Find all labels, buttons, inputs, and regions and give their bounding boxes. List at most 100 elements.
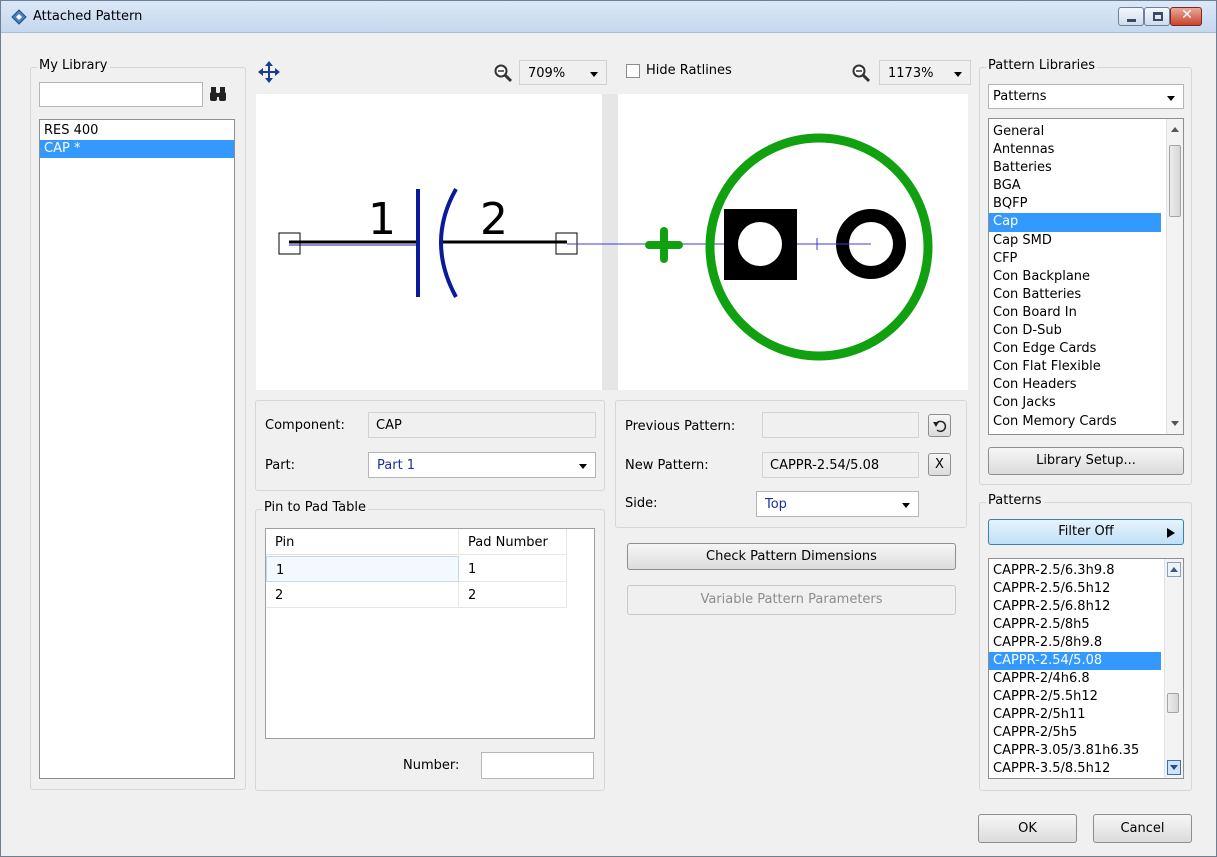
list-item-cap[interactable]: CAP * [40, 140, 234, 158]
new-pattern-field: CAPPR-2.54/5.08 [762, 452, 919, 478]
title-bar[interactable]: Attached Pattern ✕ [1, 1, 1216, 33]
library-setup-button[interactable]: Library Setup... [988, 447, 1184, 475]
scroll-down-icon[interactable] [1171, 421, 1179, 426]
number-input[interactable] [481, 752, 594, 779]
ok-button[interactable]: OK [978, 814, 1077, 843]
app-icon [11, 9, 27, 25]
list-item[interactable]: Con Memory Cards [989, 413, 1161, 431]
column-header-pad-number[interactable]: Pad Number [459, 529, 567, 555]
side-label: Side: [625, 496, 658, 511]
my-library-label: My Library [37, 58, 110, 73]
list-item[interactable]: CAPPR-2.5/6.8h12 [989, 598, 1161, 616]
my-library-list[interactable]: RES 400 CAP * [39, 119, 235, 779]
scroll-up-button[interactable] [1167, 562, 1181, 577]
new-pattern-label: New Pattern: [625, 458, 709, 473]
table-row-2-pad[interactable]: 2 [459, 582, 567, 608]
table-row-1-pad[interactable]: 1 [459, 556, 567, 582]
list-item[interactable]: CAPPR-2.5/8h9.8 [989, 634, 1161, 652]
close-icon: ✕ [1181, 7, 1193, 23]
zoom-icon[interactable] [493, 63, 513, 83]
part-label: Part: [265, 458, 296, 473]
previous-pattern-label: Previous Pattern: [625, 419, 736, 434]
minimize-button[interactable] [1118, 7, 1144, 26]
component-field: CAP [368, 412, 596, 438]
list-item-res-400[interactable]: RES 400 [40, 122, 234, 140]
list-item[interactable]: CAPPR-2.5/6.3h9.8 [989, 562, 1161, 580]
zoom-icon[interactable] [851, 63, 871, 83]
hide-ratlines-checkbox[interactable] [626, 64, 640, 78]
part-select[interactable]: Part 1 [368, 452, 596, 478]
list-item[interactable]: BQFP [989, 195, 1161, 213]
variable-pattern-parameters-button[interactable]: Variable Pattern Parameters [627, 585, 956, 615]
table-row-2-pin[interactable]: 2 [266, 582, 459, 608]
patterns-list[interactable]: CAPPR-2.5/6.3h9.8 CAPPR-2.5/6.5h12 CAPPR… [988, 558, 1184, 779]
chevron-down-icon [954, 72, 962, 77]
scroll-up-icon[interactable] [1171, 127, 1179, 132]
table-row-1-pin[interactable]: 1 [266, 556, 459, 582]
chevron-down-icon [579, 464, 587, 469]
list-item[interactable]: Con D-Sub [989, 322, 1161, 340]
check-pattern-dimensions-button[interactable]: Check Pattern Dimensions [627, 543, 956, 570]
undo-icon [933, 420, 947, 433]
pin2-number: 2 [480, 194, 508, 245]
pattern-zoom-select[interactable]: 1173% [879, 60, 971, 85]
list-item[interactable]: CAPPR-3.05/3.81h6.35 [989, 742, 1161, 760]
scrollbar-thumb[interactable] [1167, 693, 1179, 713]
side-select[interactable]: Top [756, 491, 919, 517]
play-arrow-icon [1167, 528, 1175, 538]
window-title: Attached Pattern [33, 9, 143, 24]
scrollbar-thumb[interactable] [1169, 145, 1181, 217]
library-list-scrollbar[interactable] [1166, 119, 1183, 434]
list-item[interactable]: CAPPR-2.54/5.08 [989, 652, 1161, 670]
minimize-icon [1127, 19, 1136, 22]
list-item[interactable]: CAPPR-2/4h6.8 [989, 670, 1161, 688]
scroll-down-button[interactable] [1167, 760, 1181, 775]
list-item[interactable]: Con Flat Flexible [989, 358, 1161, 376]
pattern-libraries-label: Pattern Libraries [986, 58, 1098, 73]
preview-drawing: 1 2 [278, 133, 933, 361]
patterns-label: Patterns [986, 493, 1044, 508]
component-label: Component: [265, 418, 345, 433]
maximize-icon [1153, 12, 1163, 21]
list-item[interactable]: CFP [989, 250, 1161, 268]
restore-pattern-button[interactable] [928, 414, 951, 437]
previous-pattern-field [762, 412, 919, 438]
move-icon[interactable] [258, 61, 280, 83]
pin-pad-table[interactable]: Pin Pad Number 1 1 2 2 [265, 528, 595, 739]
close-button[interactable]: ✕ [1170, 7, 1202, 26]
scroll-up-icon [1170, 567, 1178, 572]
hide-ratlines-label[interactable]: Hide Ratlines [646, 63, 732, 78]
column-header-pin[interactable]: Pin [266, 529, 459, 555]
pattern-library-select[interactable]: Patterns [988, 84, 1184, 109]
filter-button[interactable]: Filter Off [988, 519, 1184, 545]
list-item[interactable]: CAPPR-2/5h11 [989, 706, 1161, 724]
list-item[interactable]: Con Headers [989, 376, 1161, 394]
library-search-input[interactable] [39, 82, 203, 107]
binoculars-icon[interactable] [209, 85, 229, 103]
list-item[interactable]: General [989, 123, 1161, 141]
list-item[interactable]: CAPPR-2.5/6.5h12 [989, 580, 1161, 598]
pattern-libraries-list[interactable]: General Antennas Batteries BGA BQFP Cap … [988, 118, 1184, 435]
list-item[interactable]: Con Board In [989, 304, 1161, 322]
attached-pattern-window: Attached Pattern ✕ My Library RES 400 CA… [0, 0, 1217, 857]
clear-pattern-button[interactable]: X [928, 453, 951, 476]
cancel-button[interactable]: Cancel [1093, 814, 1192, 843]
list-item[interactable]: Con Backplane [989, 268, 1161, 286]
list-item[interactable]: Batteries [989, 159, 1161, 177]
chevron-down-icon [1167, 96, 1175, 101]
list-item[interactable]: Antennas [989, 141, 1161, 159]
pin-table-label: Pin to Pad Table [262, 500, 368, 515]
patterns-list-scrollbar[interactable] [1164, 559, 1183, 778]
list-item[interactable]: CAPPR-2.5/8h5 [989, 616, 1161, 634]
list-item[interactable]: BGA [989, 177, 1161, 195]
maximize-button[interactable] [1144, 7, 1170, 26]
list-item[interactable]: Cap SMD [989, 232, 1161, 250]
list-item[interactable]: Con Batteries [989, 286, 1161, 304]
schematic-zoom-select[interactable]: 709% [519, 60, 607, 85]
list-item[interactable]: Con Edge Cards [989, 340, 1161, 358]
list-item[interactable]: Con Jacks [989, 394, 1161, 412]
list-item[interactable]: CAPPR-2/5h5 [989, 724, 1161, 742]
list-item[interactable]: CAPPR-2/5.5h12 [989, 688, 1161, 706]
list-item[interactable]: Cap [989, 213, 1161, 232]
list-item[interactable]: CAPPR-3.5/8.5h12 [989, 760, 1161, 778]
